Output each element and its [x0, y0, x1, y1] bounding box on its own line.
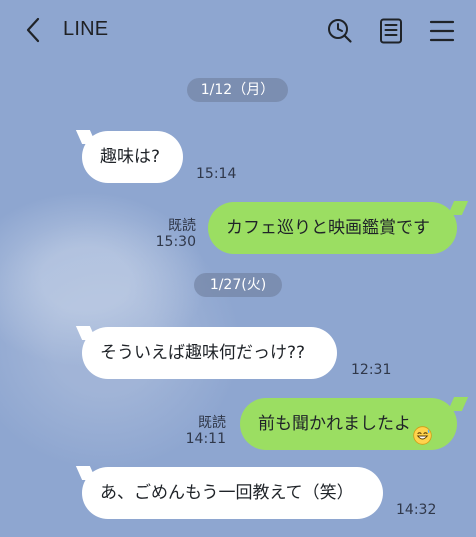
- menu-icon: [428, 17, 456, 45]
- message-read-status: 既読 15:30: [152, 218, 196, 250]
- outgoing-message-bubble: 前も聞かれましたよ: [240, 398, 457, 450]
- read-receipt: 既読: [198, 415, 226, 431]
- search-button[interactable]: [326, 17, 354, 45]
- read-receipt: 既読: [168, 218, 196, 234]
- chevron-left-icon: [22, 16, 46, 44]
- incoming-message-bubble: 趣味は?: [82, 131, 183, 183]
- message-text: カフェ巡りと映画鑑賞です: [226, 218, 430, 238]
- date-separator: 1/27(火): [194, 273, 282, 297]
- message-text: 前も聞かれましたよ: [258, 414, 411, 434]
- message-text: あ、ごめんもう一回教えて（笑）: [100, 483, 354, 503]
- message-time: 15:30: [155, 234, 196, 250]
- notes-icon: [377, 17, 405, 45]
- notes-button[interactable]: [377, 17, 405, 45]
- chat-header: LINE: [0, 0, 476, 60]
- outgoing-bubble-tail: [447, 397, 469, 411]
- chat-title: LINE: [63, 18, 109, 40]
- message-text: 趣味は?: [100, 147, 161, 167]
- date-separator: 1/12（月）: [187, 78, 288, 102]
- outgoing-message-bubble: カフェ巡りと映画鑑賞です: [208, 202, 457, 254]
- menu-button[interactable]: [428, 17, 456, 45]
- incoming-message-bubble: あ、ごめんもう一回教えて（笑）: [82, 467, 383, 519]
- message-time: 14:11: [185, 431, 226, 447]
- outgoing-bubble-tail: [447, 201, 469, 215]
- chat-screen: LINE 1/12（月） 趣味は? 15:14 既読 15:30 カフェ巡りと映…: [0, 0, 476, 537]
- back-button[interactable]: [22, 16, 46, 44]
- message-text: そういえば趣味何だっけ??: [100, 343, 306, 363]
- incoming-message-bubble: そういえば趣味何だっけ??: [82, 327, 337, 379]
- message-read-status: 既読 14:11: [184, 415, 226, 447]
- message-time: 12:31: [351, 362, 392, 378]
- clock-search-icon: [326, 17, 354, 45]
- message-time: 15:14: [196, 166, 237, 182]
- message-time: 14:32: [396, 502, 437, 518]
- grinning-sweat-emoji: [413, 414, 432, 445]
